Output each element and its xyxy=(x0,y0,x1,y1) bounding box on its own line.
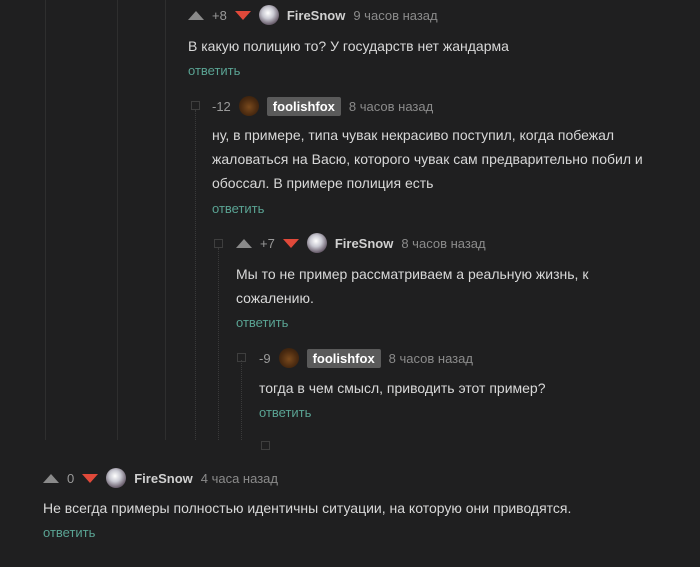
comment-author[interactable]: foolishfox xyxy=(266,96,341,116)
comment-score: +7 xyxy=(260,235,275,251)
thread-line xyxy=(218,248,219,440)
comment-line: ну, в примере, типа чувак некрасиво пост… xyxy=(212,127,615,143)
comment-text: Не всегда примеры полностью идентичны си… xyxy=(43,496,571,520)
comment-header: +7 FireSnow 8 часов назад xyxy=(236,233,494,253)
reply-button[interactable]: ответить xyxy=(259,405,311,420)
triangle-down-icon[interactable] xyxy=(234,10,251,20)
reply-button[interactable]: ответить xyxy=(236,315,288,330)
comment-time[interactable]: 9 часов назад xyxy=(353,8,437,23)
comment-score: +8 xyxy=(212,7,227,23)
triangle-down-icon[interactable] xyxy=(282,238,299,248)
comment-line: Мы то не пример рассматриваем а реальную… xyxy=(236,266,589,282)
avatar[interactable] xyxy=(278,348,299,368)
comment-line: Не всегда примеры полностью идентичны си… xyxy=(43,500,572,516)
triangle-down-icon[interactable] xyxy=(82,473,99,483)
comment-header: -9 foolishfox 8 часов назад xyxy=(259,347,481,369)
reply-button[interactable]: ответить xyxy=(188,63,240,78)
collapse-thread-button[interactable] xyxy=(214,239,223,248)
comment-line: жаловаться на Васю, которого чувак сам п… xyxy=(212,151,643,167)
avatar[interactable] xyxy=(106,468,127,488)
reply-button[interactable]: ответить xyxy=(212,201,264,216)
comment-time[interactable]: 8 часов назад xyxy=(349,99,433,114)
thread-line xyxy=(165,0,166,440)
comment-author[interactable]: foolishfox xyxy=(306,348,381,368)
thread-line xyxy=(117,0,118,440)
comment-time[interactable]: 8 часов назад xyxy=(401,236,485,251)
comment-text: В какую полицию то? У государств нет жан… xyxy=(188,34,509,58)
comment-text: ну, в примере, типа чувак некрасиво пост… xyxy=(212,123,643,195)
comment-text: тогда в чем смысл, приводить этот пример… xyxy=(259,376,546,400)
reply-button[interactable]: ответить xyxy=(43,525,95,540)
comment-author[interactable]: FireSnow xyxy=(134,471,193,486)
comment-text: Мы то не пример рассматриваем а реальную… xyxy=(236,262,588,310)
thread-line xyxy=(195,110,196,440)
triangle-up-icon[interactable] xyxy=(43,473,59,483)
comment-time[interactable]: 8 часов назад xyxy=(389,351,473,366)
thread-line xyxy=(241,360,242,440)
thread-line xyxy=(45,0,46,440)
comment-author[interactable]: FireSnow xyxy=(287,8,346,23)
comment-score: -9 xyxy=(259,350,271,366)
comment-header: -12 foolishfox 8 часов назад xyxy=(212,95,441,117)
avatar[interactable] xyxy=(238,96,259,116)
comment-time[interactable]: 4 часа назад xyxy=(201,471,278,486)
comment-author[interactable]: FireSnow xyxy=(335,236,394,251)
comment-score: 0 xyxy=(67,470,75,486)
comment-line: сожалению. xyxy=(236,290,314,306)
comment-line: обоссал. В примере полиция есть xyxy=(212,175,434,191)
comment-line: В какую полицию то? У государств нет жан… xyxy=(188,38,509,54)
comment-header: +8 FireSnow 9 часов назад xyxy=(188,5,446,25)
collapse-thread-button[interactable] xyxy=(237,353,246,362)
collapse-thread-button[interactable] xyxy=(261,441,270,450)
comment-score: -12 xyxy=(212,98,231,114)
triangle-up-icon[interactable] xyxy=(236,238,252,248)
avatar[interactable] xyxy=(258,5,279,25)
avatar[interactable] xyxy=(306,233,327,253)
collapse-thread-button[interactable] xyxy=(191,101,200,110)
comment-line: тогда в чем смысл, приводить этот пример… xyxy=(259,380,546,396)
comment-header: 0 FireSnow 4 часа назад xyxy=(43,467,286,489)
triangle-up-icon[interactable] xyxy=(188,10,204,20)
